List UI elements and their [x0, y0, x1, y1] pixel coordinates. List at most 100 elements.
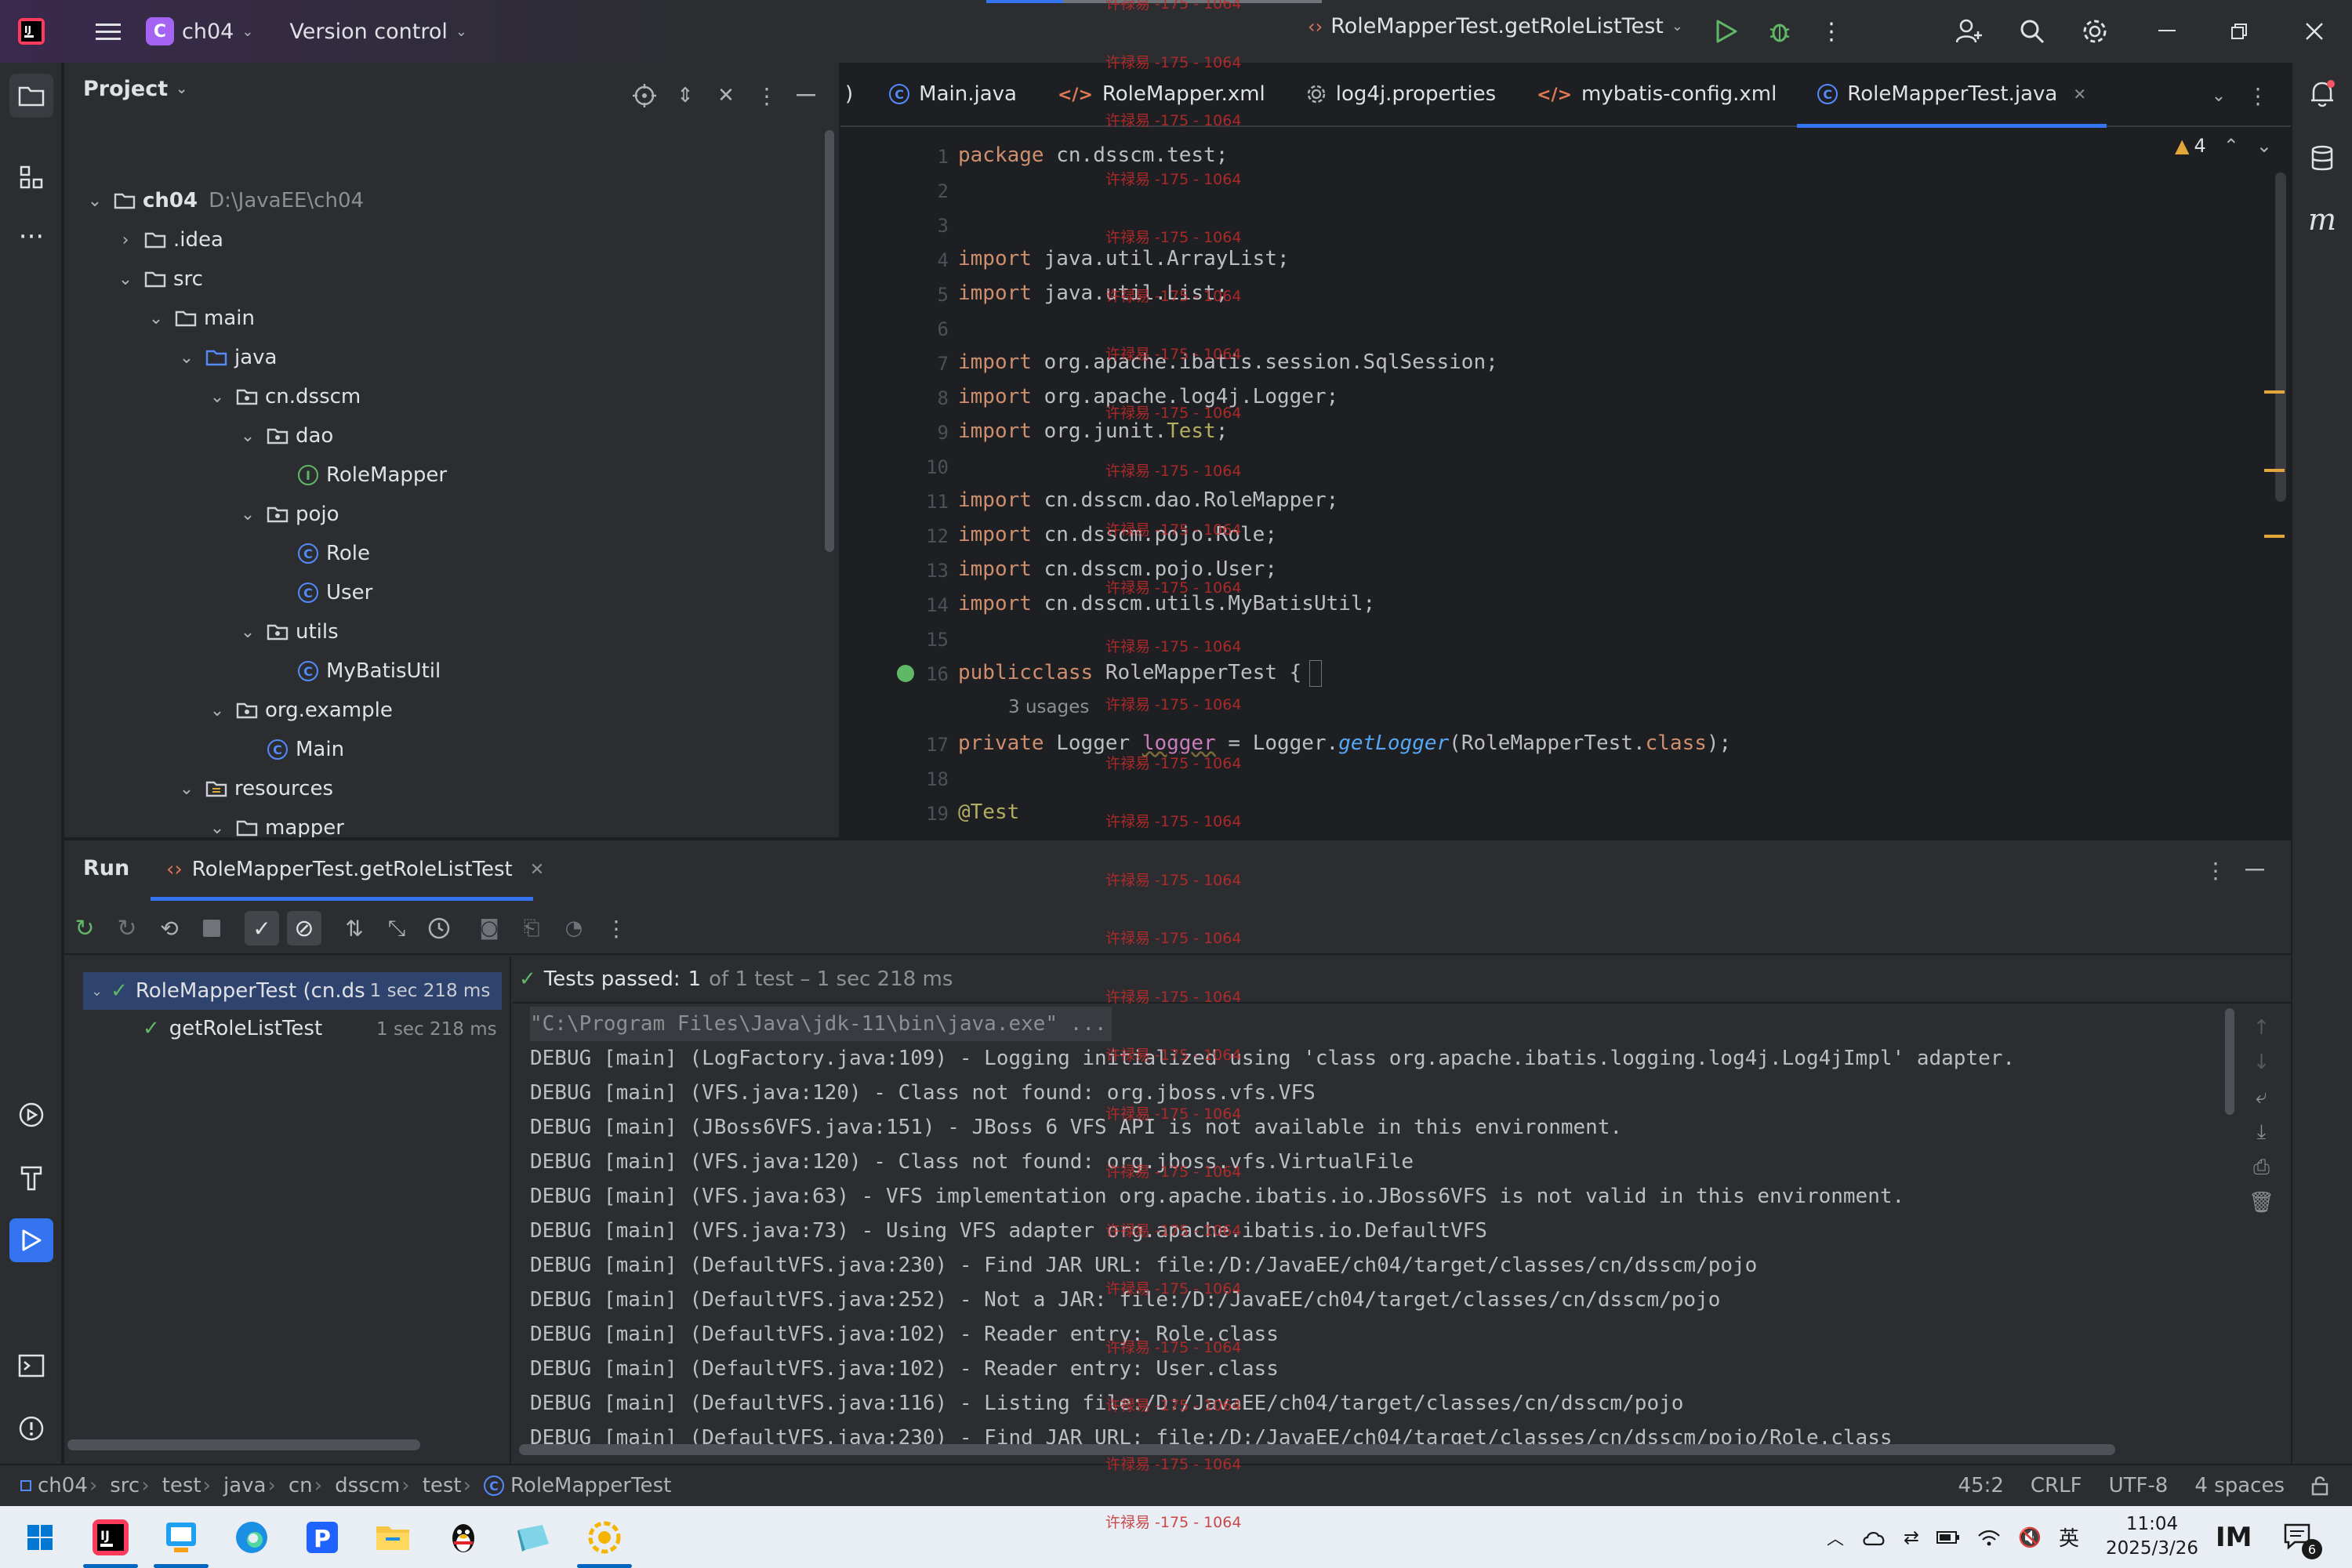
collapse-all-icon[interactable]: ✕: [709, 78, 743, 113]
qq-penguin-icon[interactable]: [428, 1506, 499, 1568]
warning-marker[interactable]: [2264, 469, 2285, 472]
editor-scrollbar[interactable]: [2275, 172, 2286, 502]
options-icon[interactable]: ⋮: [750, 78, 784, 113]
clock[interactable]: 11:04 2025/3/26: [2101, 1512, 2203, 1561]
test-case-row[interactable]: ✓ getRoleListTest: [143, 1010, 322, 1047]
breadcrumb-item[interactable]: C RoleMapperTest: [484, 1474, 671, 1497]
close-window-icon[interactable]: [2297, 14, 2332, 49]
notes-app-icon[interactable]: [499, 1506, 569, 1568]
chevron-down-icon[interactable]: ⌄: [205, 816, 229, 838]
editor-tab[interactable]: </> mybatis-config.xml: [1516, 63, 1797, 126]
indent-setting[interactable]: 4 spaces: [2194, 1474, 2285, 1497]
tree-item[interactable]: ⌄ src: [114, 260, 203, 298]
sunflower-remote-icon[interactable]: [569, 1506, 640, 1568]
tree-item[interactable]: ⌄ ch04 D:\JavaEE\ch04: [83, 182, 364, 220]
minimize-window-icon[interactable]: [2150, 14, 2184, 49]
warning-marker[interactable]: [2264, 535, 2285, 538]
stop-icon[interactable]: [194, 911, 229, 946]
structure-icon[interactable]: [14, 160, 49, 194]
notifications-bell-icon[interactable]: [2305, 77, 2339, 111]
breadcrumb-item[interactable]: test: [423, 1474, 462, 1497]
tree-item[interactable]: ⌄ dao: [236, 417, 334, 455]
code-line[interactable]: public class RoleMapperTest {: [958, 655, 1301, 690]
chevron-right-icon[interactable]: ›: [114, 228, 137, 252]
database-icon[interactable]: [2305, 141, 2339, 176]
caret-position[interactable]: 45:2: [1958, 1474, 2004, 1497]
tree-item[interactable]: ⌄ org.example: [205, 691, 393, 729]
scroll-up-icon[interactable]: ↑: [2253, 1016, 2270, 1040]
code-line[interactable]: private Logger logger = Logger. getLogger…: [958, 726, 1731, 760]
console-output[interactable]: "C:\Program Files\Java\jdk-11\bin\java.e…: [530, 1007, 2278, 1446]
wifi-icon[interactable]: [1977, 1528, 2001, 1547]
tree-item[interactable]: C Main: [236, 731, 344, 768]
project-panel-header[interactable]: Project ⌄: [83, 77, 187, 101]
file-explorer-icon[interactable]: [358, 1506, 428, 1568]
breadcrumb-item[interactable]: cn: [289, 1474, 313, 1497]
tree-scrollbar[interactable]: [67, 1439, 420, 1450]
problems-icon[interactable]: [14, 1411, 49, 1446]
tree-item[interactable]: ⌄ pojo: [236, 495, 339, 533]
collapse-icon[interactable]: ⤡: [379, 911, 414, 946]
ime-indicator[interactable]: 英: [2059, 1523, 2079, 1552]
lock-icon[interactable]: [2311, 1475, 2328, 1496]
chevron-down-icon[interactable]: ⌄: [205, 385, 229, 408]
import-icon[interactable]: ⎗: [514, 911, 549, 946]
network-transfer-icon[interactable]: ⇄: [1904, 1526, 1919, 1548]
chevron-down-icon[interactable]: ⌄: [236, 424, 260, 448]
chevron-down-icon[interactable]: ⌄: [83, 189, 107, 212]
services-icon[interactable]: [14, 1098, 49, 1132]
add-user-icon[interactable]: [1952, 14, 1987, 49]
more-tools-icon[interactable]: ···: [14, 220, 49, 254]
sort-icon[interactable]: ⇅: [337, 911, 372, 946]
restore-window-icon[interactable]: [2222, 14, 2256, 49]
tree-item[interactable]: C MyBatisUtil: [267, 652, 441, 690]
code-line[interactable]: import cn.dsscm.dao.RoleMapper;: [958, 483, 1338, 517]
hide-run-panel-icon[interactable]: [2238, 853, 2272, 887]
tree-item[interactable]: ⌄ java: [175, 339, 278, 376]
breadcrumb-item[interactable]: src: [110, 1474, 140, 1497]
chevron-down-icon[interactable]: ⌄: [175, 346, 198, 369]
soft-wrap-icon[interactable]: ⤶: [2256, 1085, 2267, 1109]
chevron-down-icon[interactable]: ⌄: [175, 777, 198, 800]
editor-tab[interactable]: log4j.properties: [1286, 63, 1516, 126]
run-config-selector[interactable]: ‹› RoleMapperTest.getRoleListTest ⌄: [1308, 14, 1683, 38]
file-encoding[interactable]: UTF-8: [2109, 1474, 2169, 1497]
volume-muted-icon[interactable]: 🔇: [2018, 1526, 2042, 1548]
locate-file-icon[interactable]: [627, 78, 662, 113]
toggle-auto-test-icon[interactable]: ⟲: [152, 911, 187, 946]
chevron-down-icon[interactable]: ⌄: [114, 267, 137, 291]
coverage-icon[interactable]: ◔: [557, 911, 591, 946]
run-icon[interactable]: [1709, 14, 1744, 49]
show-ignored-icon[interactable]: ⊘: [287, 911, 321, 946]
tree-item[interactable]: I RoleMapper: [267, 456, 447, 494]
run-options-icon[interactable]: ⋮: [2198, 853, 2233, 887]
run-test-gutter-icon[interactable]: [897, 665, 914, 682]
usages-hint[interactable]: 3 usages: [1008, 690, 1089, 724]
scroll-to-end-icon[interactable]: ⤓: [2257, 1120, 2267, 1145]
tree-item[interactable]: ⌄ cn.dsscm: [205, 378, 361, 416]
tree-item[interactable]: ⌄ main: [144, 299, 255, 337]
settings-gear-icon[interactable]: [2078, 14, 2112, 49]
clear-trash-icon[interactable]: 🗑: [2249, 1191, 2274, 1214]
breadcrumb-item[interactable]: java: [223, 1474, 266, 1497]
project-switcher[interactable]: C ch04 ⌄: [146, 17, 253, 45]
battery-icon[interactable]: [1936, 1530, 1960, 1544]
hide-panel-icon[interactable]: [789, 78, 823, 113]
tree-item[interactable]: C Role: [267, 535, 370, 572]
run-tab[interactable]: ‹› RoleMapperTest.getRoleListTest ✕: [166, 850, 544, 889]
project-scrollbar[interactable]: [825, 130, 834, 552]
windows-start-icon[interactable]: [5, 1506, 75, 1568]
rerun-icon[interactable]: ↻: [67, 911, 102, 946]
remote-desktop-taskbar-icon[interactable]: [146, 1506, 216, 1568]
debug-icon[interactable]: [1762, 14, 1797, 49]
edge-browser-icon[interactable]: [216, 1506, 287, 1568]
editor-tab[interactable]: ): [840, 63, 869, 126]
breadcrumb-item[interactable]: ch04: [20, 1474, 88, 1497]
inspection-widget[interactable]: ▲ 4 ⌃ ⌄: [2175, 135, 2272, 157]
p-app-icon[interactable]: P: [287, 1506, 358, 1568]
history-clock-icon[interactable]: [422, 911, 456, 946]
chevron-down-icon[interactable]: ⌄: [236, 620, 260, 644]
console-scrollbar[interactable]: [2225, 1008, 2234, 1115]
screenshot-camera-icon[interactable]: ◙: [472, 911, 506, 946]
tray-expand-chevron-icon[interactable]: ︿: [1827, 1525, 1844, 1550]
